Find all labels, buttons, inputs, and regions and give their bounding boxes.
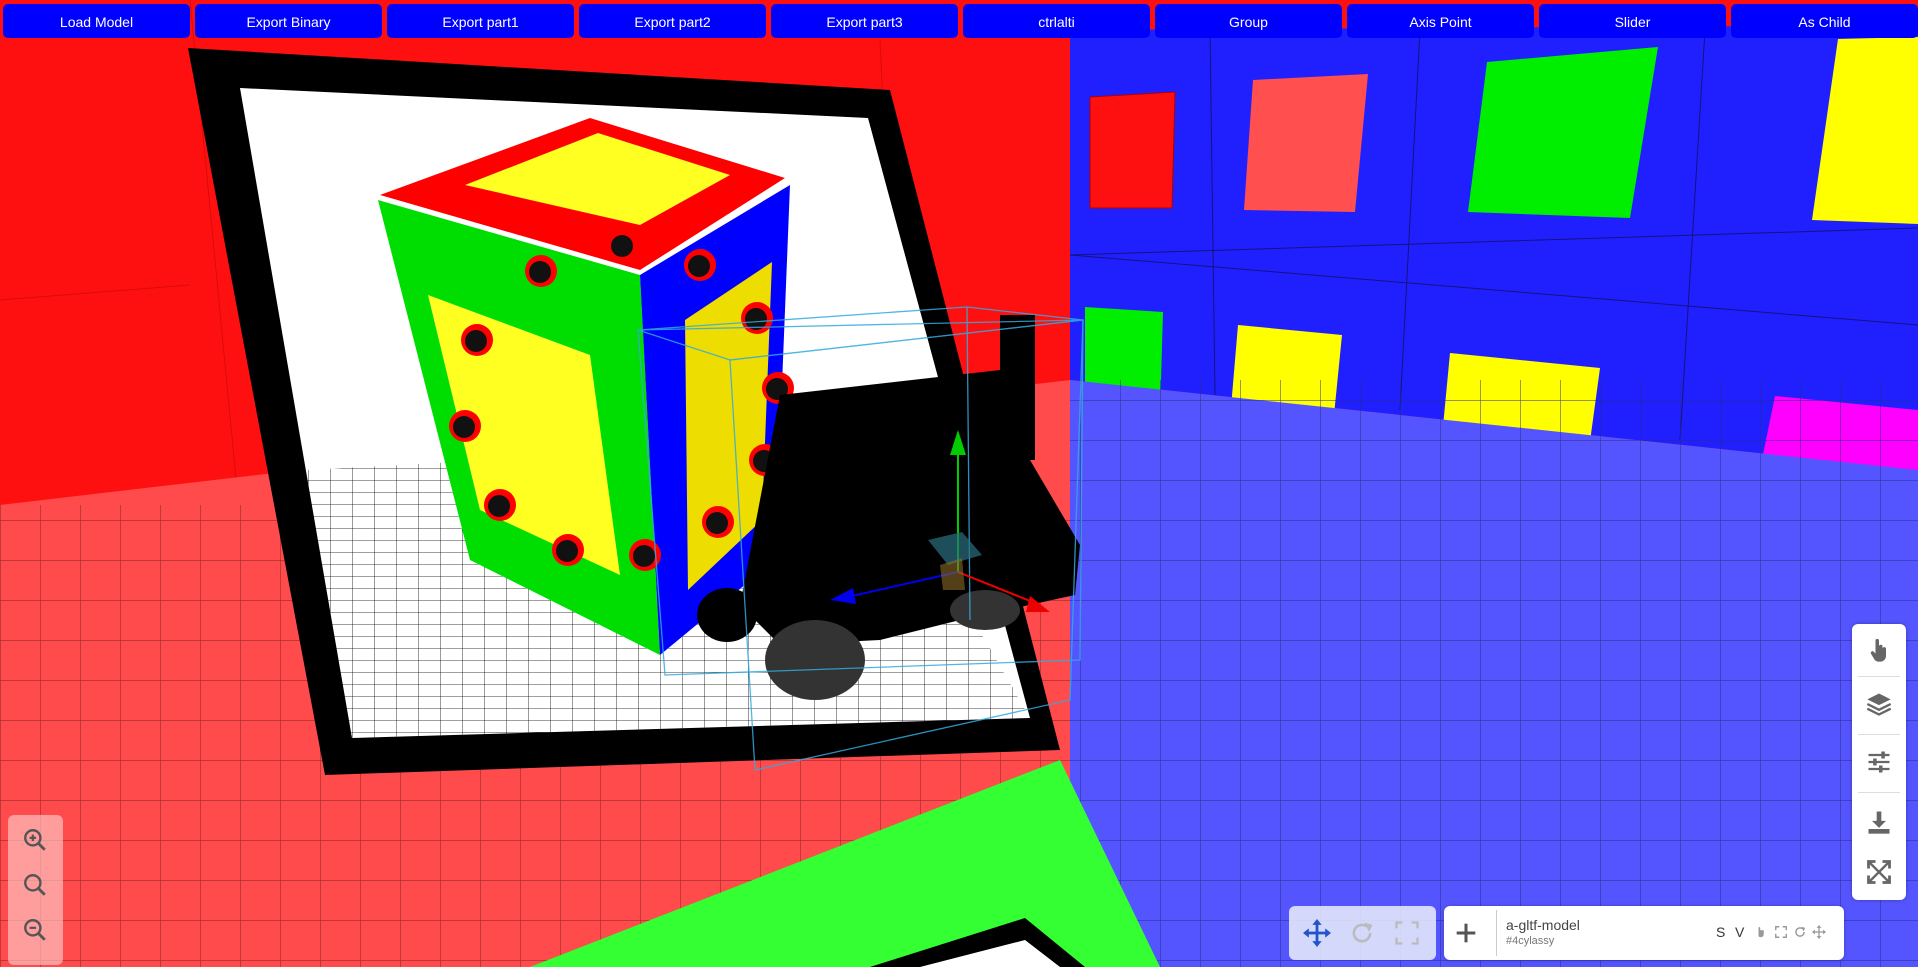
add-icon[interactable] <box>1452 919 1480 947</box>
top-toolbar: Load Model Export Binary Export part1 Ex… <box>0 0 1918 40</box>
hand-pointer-icon[interactable] <box>1865 636 1893 664</box>
rotate-icon[interactable] <box>1348 919 1376 947</box>
panel-divider <box>1858 734 1900 735</box>
fullscreen-icon[interactable] <box>1865 858 1893 886</box>
mode-v-button[interactable]: V <box>1735 924 1744 940</box>
sliders-icon[interactable] <box>1865 748 1893 776</box>
zoom-in-icon[interactable] <box>22 827 48 853</box>
as-child-button[interactable]: As Child <box>1731 4 1918 38</box>
export-part1-button[interactable]: Export part1 <box>387 4 574 38</box>
export-binary-button[interactable]: Export Binary <box>195 4 382 38</box>
zoom-reset-icon[interactable] <box>22 872 48 898</box>
export-part3-button[interactable]: Export part3 <box>771 4 958 38</box>
panel-divider <box>1858 792 1900 793</box>
slider-button[interactable]: Slider <box>1539 4 1726 38</box>
wall-tile-red <box>1089 91 1176 209</box>
mode-s-button[interactable]: S <box>1716 924 1725 940</box>
model-info-panel: a-gltf-model #4cylassy S V <box>1444 906 1844 960</box>
wall-tile-salmon <box>1244 74 1368 212</box>
expand-icon[interactable] <box>1793 925 1807 939</box>
zoom-controls <box>8 815 63 965</box>
wall-tile-green <box>1468 47 1658 218</box>
move-icon[interactable] <box>1303 919 1331 947</box>
layers-icon[interactable] <box>1865 690 1893 718</box>
right-tool-panel <box>1852 624 1906 900</box>
ctrlalti-button[interactable]: ctrlalti <box>963 4 1150 38</box>
panel-divider <box>1496 910 1497 956</box>
axis-point-button[interactable]: Axis Point <box>1347 4 1534 38</box>
transform-mode-panel <box>1289 906 1436 960</box>
panel-divider <box>1858 676 1900 677</box>
model-id: #4cylassy <box>1506 935 1555 947</box>
zoom-out-icon[interactable] <box>22 917 48 943</box>
scale-icon[interactable] <box>1393 919 1421 947</box>
axis-icon[interactable] <box>1812 925 1826 939</box>
export-part2-button[interactable]: Export part2 <box>579 4 766 38</box>
load-model-button[interactable]: Load Model <box>3 4 190 38</box>
rotate-icon[interactable] <box>1774 925 1788 939</box>
move-icon[interactable] <box>1755 925 1769 939</box>
download-icon[interactable] <box>1865 808 1893 836</box>
model-name: a-gltf-model <box>1506 917 1580 933</box>
group-button[interactable]: Group <box>1155 4 1342 38</box>
floor-blue-grid <box>1070 380 1918 967</box>
3d-viewport[interactable] <box>0 0 1918 967</box>
